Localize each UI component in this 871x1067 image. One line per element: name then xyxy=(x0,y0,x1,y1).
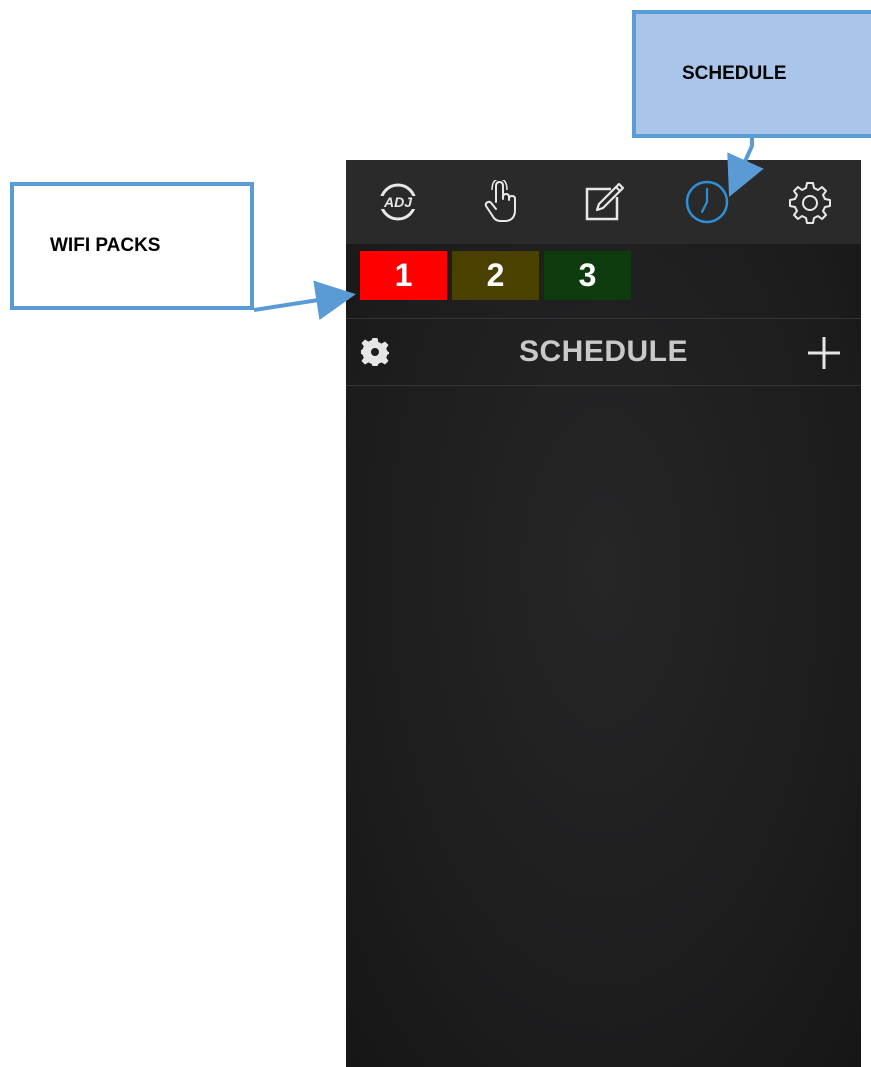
wifi-pack-selector: 1 2 3 xyxy=(360,251,631,300)
wifi-pack-label: 1 xyxy=(394,257,413,293)
schedule-callout: SCHEDULE xyxy=(632,10,871,138)
adj-logo-icon: ADJ xyxy=(378,183,417,221)
settings-gear-icon xyxy=(788,182,831,224)
clock-icon xyxy=(685,180,728,224)
svg-text:ADJ: ADJ xyxy=(382,194,412,210)
gear-icon[interactable] xyxy=(360,337,390,367)
edit-button[interactable] xyxy=(574,172,634,232)
wifi-packs-callout: WIFI PACKS xyxy=(10,182,254,310)
settings-button[interactable] xyxy=(780,172,840,232)
wifi-pack-label: 3 xyxy=(578,257,597,293)
plus-icon[interactable] xyxy=(806,335,842,371)
page-title: SCHEDULE xyxy=(518,335,688,368)
schedule-callout-label: SCHEDULE xyxy=(682,63,787,84)
adj-home-button[interactable]: ADJ xyxy=(368,172,428,232)
touch-hand-icon xyxy=(484,180,516,222)
schedule-tab-button[interactable] xyxy=(677,172,737,232)
app-screen: ADJ 1 2 3 SCHEDULE xyxy=(346,160,861,1067)
wifi-packs-pointer-arrow xyxy=(253,280,356,321)
wifi-pack-2-button[interactable]: 2 xyxy=(452,251,539,300)
wifi-pack-3-button[interactable]: 3 xyxy=(544,251,631,300)
wifi-pack-label: 2 xyxy=(486,257,505,293)
manual-touch-button[interactable] xyxy=(471,172,531,232)
wifi-packs-callout-label: WIFI PACKS xyxy=(50,235,161,256)
edit-icon xyxy=(585,182,624,221)
wifi-pack-1-button[interactable]: 1 xyxy=(360,251,447,300)
schedule-header: SCHEDULE xyxy=(346,318,861,386)
top-toolbar: ADJ xyxy=(346,160,861,244)
